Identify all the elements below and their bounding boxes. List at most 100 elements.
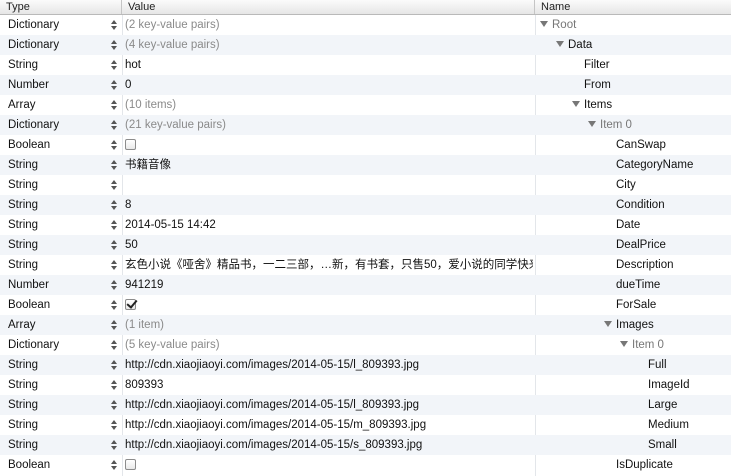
key-cell[interactable]: DealPrice [616,235,731,255]
disclosure-triangle-icon[interactable] [604,320,612,327]
unchecked-checkbox[interactable] [125,459,136,470]
type-stepper-icon[interactable] [111,60,119,70]
table-row[interactable]: String http://cdn.xiaojiaoyi.com/images/2… [0,395,731,415]
key-cell[interactable]: Large [648,395,731,415]
table-row[interactable]: String 玄色小说《哑舍》精品书，一二三部，…新，有书套，只售50，爱小说的同… [0,255,731,275]
table-row[interactable]: String 8 Condition [0,195,731,215]
type-cell[interactable]: String [8,215,108,235]
type-cell[interactable]: Dictionary [8,35,108,55]
type-stepper-icon[interactable] [111,340,119,350]
type-stepper-icon[interactable] [111,140,119,150]
disclosure-triangle-icon[interactable] [540,20,548,27]
type-cell[interactable]: String [8,255,108,275]
type-stepper-icon[interactable] [111,120,119,130]
key-cell[interactable]: Root [540,15,731,35]
key-cell[interactable]: Filter [584,55,731,75]
value-cell[interactable]: 8 [125,195,533,215]
type-stepper-icon[interactable] [111,80,119,90]
value-cell[interactable]: http://cdn.xiaojiaoyi.com/images/2014-05… [125,415,533,435]
value-cell[interactable]: hot [125,55,533,75]
type-stepper-icon[interactable] [111,380,119,390]
key-cell[interactable]: Item 0 [588,115,731,135]
table-row[interactable]: Boolean ForSale [0,295,731,315]
type-cell[interactable]: String [8,195,108,215]
value-cell[interactable]: 50 [125,235,533,255]
key-cell[interactable]: Date [616,215,731,235]
disclosure-triangle-icon[interactable] [588,120,596,127]
type-stepper-icon[interactable] [111,260,119,270]
type-stepper-icon[interactable] [111,220,119,230]
type-stepper-icon[interactable] [111,440,119,450]
table-row[interactable]: Array (10 items) Items [0,95,731,115]
value-cell[interactable]: 0 [125,75,533,95]
type-cell[interactable]: String [8,235,108,255]
disclosure-triangle-icon[interactable] [556,40,564,47]
value-cell[interactable] [125,175,533,195]
type-stepper-icon[interactable] [111,40,119,50]
key-cell[interactable]: Items [572,95,731,115]
type-stepper-icon[interactable] [111,100,119,110]
value-cell[interactable]: 941219 [125,275,533,295]
type-cell[interactable]: Dictionary [8,115,108,135]
value-cell[interactable]: (4 key-value pairs) [125,35,533,55]
key-cell[interactable]: CanSwap [616,135,731,155]
type-cell[interactable]: String [8,415,108,435]
table-row[interactable]: String 809393 ImageId [0,375,731,395]
header-value[interactable]: Value [122,0,535,14]
type-stepper-icon[interactable] [111,160,119,170]
type-cell[interactable]: String [8,55,108,75]
table-row[interactable]: String 50 DealPrice [0,235,731,255]
table-row[interactable]: String 2014-05-15 14:42 Date [0,215,731,235]
type-stepper-icon[interactable] [111,460,119,470]
key-cell[interactable]: ImageId [648,375,731,395]
key-cell[interactable]: Images [604,315,731,335]
value-cell[interactable]: 2014-05-15 14:42 [125,215,533,235]
type-stepper-icon[interactable] [111,360,119,370]
table-row[interactable]: Number 941219 dueTime [0,275,731,295]
value-cell[interactable]: (10 items) [125,95,533,115]
table-row[interactable]: String 书籍音像 CategoryName [0,155,731,175]
key-cell[interactable]: City [616,175,731,195]
key-cell[interactable]: IsDuplicate [616,455,731,475]
header-type[interactable]: Type [0,0,122,14]
value-cell[interactable]: 809393 [125,375,533,395]
type-stepper-icon[interactable] [111,320,119,330]
key-cell[interactable]: From [584,75,731,95]
value-cell[interactable]: http://cdn.xiaojiaoyi.com/images/2014-05… [125,395,533,415]
checked-checkbox[interactable] [125,299,136,310]
type-cell[interactable]: Boolean [8,135,108,155]
type-cell[interactable]: Boolean [8,455,108,475]
type-cell[interactable]: String [8,375,108,395]
table-row[interactable]: Boolean CanSwap [0,135,731,155]
type-stepper-icon[interactable] [111,400,119,410]
key-cell[interactable]: Data [556,35,731,55]
key-cell[interactable]: CategoryName [616,155,731,175]
type-stepper-icon[interactable] [111,200,119,210]
value-cell[interactable]: (5 key-value pairs) [125,335,533,355]
key-cell[interactable]: ForSale [616,295,731,315]
type-stepper-icon[interactable] [111,180,119,190]
key-cell[interactable]: Description [616,255,731,275]
type-cell[interactable]: String [8,355,108,375]
value-cell[interactable]: (1 item) [125,315,533,335]
key-cell[interactable]: Condition [616,195,731,215]
type-cell[interactable]: Boolean [8,295,108,315]
table-row[interactable]: String http://cdn.xiaojiaoyi.com/images/2… [0,355,731,375]
table-row[interactable]: Dictionary (5 key-value pairs) Item 0 [0,335,731,355]
type-cell[interactable]: Number [8,75,108,95]
value-cell[interactable]: 书籍音像 [125,155,533,175]
value-cell[interactable]: http://cdn.xiaojiaoyi.com/images/2014-05… [125,435,533,455]
value-cell[interactable]: 玄色小说《哑舍》精品书，一二三部，…新，有书套，只售50，爱小说的同学快来 [125,255,533,275]
unchecked-checkbox[interactable] [125,139,136,150]
key-cell[interactable]: Medium [648,415,731,435]
value-cell[interactable]: http://cdn.xiaojiaoyi.com/images/2014-05… [125,355,533,375]
type-cell[interactable]: String [8,175,108,195]
type-cell[interactable]: Dictionary [8,15,108,35]
key-cell[interactable]: Full [648,355,731,375]
value-cell[interactable]: (21 key-value pairs) [125,115,533,135]
type-cell[interactable]: String [8,435,108,455]
key-cell[interactable]: Small [648,435,731,455]
table-row[interactable]: Dictionary (21 key-value pairs) Item 0 [0,115,731,135]
table-row[interactable]: Boolean IsDuplicate [0,455,731,475]
type-cell[interactable]: String [8,395,108,415]
